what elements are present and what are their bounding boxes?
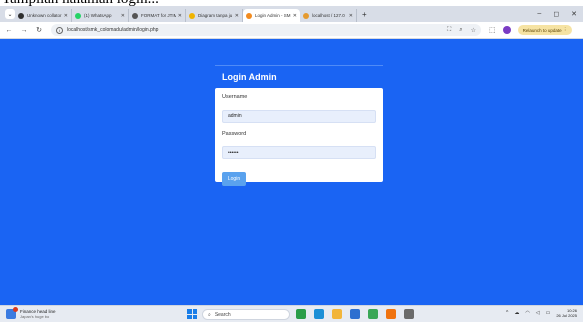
tab-favicon-icon [132, 12, 138, 19]
username-input[interactable] [222, 109, 376, 123]
relaunch-button[interactable]: Relaunch to update ⋮ [517, 25, 573, 35]
tab-favicon-icon [189, 12, 195, 19]
tray-chevron-icon[interactable]: ^ [506, 310, 508, 316]
tab-favicon-icon [303, 12, 309, 19]
tab-favicon-icon [75, 12, 81, 19]
windows-taskbar: Finance head line Japan's huge bo ⌕ Sear… [0, 305, 583, 322]
minimize-button[interactable]: – [537, 10, 541, 18]
password-label: Password [222, 130, 247, 137]
tab-close-icon[interactable]: ✕ [178, 13, 182, 19]
clock[interactable]: 10:26 26 Jul 2025 [556, 308, 577, 318]
address-bar[interactable]: i localhost/smk_colomadu/admin/login.php… [51, 24, 481, 36]
chrome-icon[interactable] [368, 309, 378, 319]
tab-label: Login Admin - SM [255, 13, 291, 18]
news-subtitle: Japan's huge bo [20, 314, 50, 319]
back-arrow-icon[interactable]: ← [3, 27, 15, 34]
browser-tab[interactable]: Login Admin - SM ✕ [243, 9, 300, 22]
tab-close-icon[interactable]: ✕ [349, 13, 353, 19]
news-widget[interactable]: Finance head line Japan's huge bo [6, 307, 56, 319]
news-icon [6, 307, 18, 319]
tab-label: (1) WhatsApp [84, 13, 112, 18]
tab-label: localhost / 127.0 [312, 13, 345, 18]
password-input[interactable] [222, 146, 376, 159]
window-controls: – ◻ ✕ [537, 10, 583, 18]
system-tray: ^ ☁ ◠ ◁ ▭ 10:26 26 Jul 2025 [506, 308, 577, 318]
search-placeholder: Search [214, 311, 231, 318]
site-info-icon[interactable]: i [56, 26, 63, 34]
address-toolbar: ← → ↻ i localhost/smk_colomadu/admin/log… [0, 22, 583, 39]
tab-close-icon[interactable]: ✕ [121, 13, 125, 19]
chat-icon[interactable] [404, 309, 414, 319]
xampp-icon[interactable] [386, 309, 396, 319]
volume-icon[interactable]: ◁ [536, 310, 540, 316]
search-icon: ⌕ [208, 311, 211, 318]
tab-favicon-icon [246, 12, 252, 19]
tab-label: FORMAT for JTIM [141, 13, 176, 18]
zoom-icon[interactable]: ⌕ [459, 27, 462, 34]
tab-close-icon[interactable]: ✕ [293, 13, 297, 19]
start-windows-icon[interactable] [187, 309, 197, 319]
extensions-icon[interactable]: ⬚ [489, 26, 496, 34]
omnibox-actions: ⛶ ⌕ ☆ [447, 27, 476, 34]
browser-tab[interactable]: Diagram tanpa ju ✕ [186, 9, 243, 22]
reload-icon[interactable]: ↻ [33, 26, 45, 34]
login-button[interactable]: Login [222, 172, 246, 186]
toolbar-right: ⬚ Relaunch to update ⋮ [489, 25, 573, 35]
battery-icon[interactable]: ▭ [546, 310, 551, 316]
edge-icon[interactable] [314, 309, 324, 319]
browser-tab[interactable]: (1) WhatsApp ✕ [72, 9, 129, 22]
tab-strip: ⌄ Unknown collator ✕ (1) WhatsApp ✕ FORMAT f… [0, 6, 583, 22]
tab-close-icon[interactable]: ✕ [235, 13, 239, 19]
close-window-button[interactable]: ✕ [571, 10, 577, 18]
browser-tab[interactable]: Unknown collator ✕ [15, 9, 72, 22]
tab-label: Diagram tanpa ju [198, 13, 233, 18]
relaunch-label: Relaunch to update [522, 27, 562, 33]
login-card: Username Password Login [215, 88, 383, 186]
clock-date: 26 Jul 2025 [556, 313, 577, 318]
new-tab-button[interactable]: + [362, 10, 367, 19]
forward-arrow-icon[interactable]: → [18, 27, 30, 34]
profile-avatar[interactable] [502, 26, 511, 34]
page-viewport: Login Admin Username Password Login [0, 39, 583, 305]
login-title: Login Admin [215, 65, 383, 85]
username-label: Username [222, 94, 248, 100]
pinned-apps [296, 309, 414, 319]
cloud-icon[interactable]: ☁ [514, 310, 519, 316]
tab-list: Unknown collator ✕ (1) WhatsApp ✕ FORMAT for… [15, 6, 357, 22]
url-text[interactable]: localhost/smk_colomadu/admin/login.php [67, 27, 158, 33]
tab-favicon-icon [18, 12, 24, 19]
tab-search-icon[interactable]: ⌄ [5, 9, 15, 19]
file-explorer-icon[interactable] [332, 309, 342, 319]
browser-tab[interactable]: localhost / 127.0 ✕ [300, 9, 357, 22]
tab-label: Unknown collator [27, 13, 62, 18]
maximize-button[interactable]: ◻ [553, 10, 559, 18]
green-app-icon[interactable] [296, 309, 306, 319]
browser-tab[interactable]: FORMAT for JTIM ✕ [129, 9, 186, 22]
notification-badge [13, 307, 18, 312]
tab-close-icon[interactable]: ✕ [64, 13, 68, 19]
wifi-icon[interactable]: ◠ [525, 310, 529, 316]
store-icon[interactable] [350, 309, 360, 319]
translate-icon[interactable]: ⛶ [447, 27, 451, 34]
taskbar-search[interactable]: ⌕ Search [202, 309, 290, 320]
bookmark-star-icon[interactable]: ☆ [471, 27, 476, 34]
